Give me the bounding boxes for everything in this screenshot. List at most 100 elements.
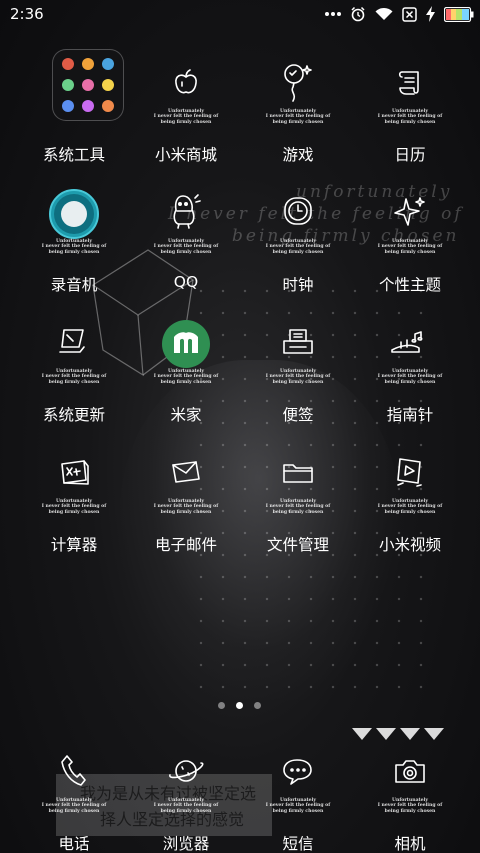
alarm-icon <box>351 6 365 22</box>
icon-caption-text: Unfortunately I never felt the feeling of… <box>264 109 332 125</box>
mini-app-icon <box>62 79 74 91</box>
mini-app-icon <box>82 58 94 70</box>
caption-line: being firmly chosen <box>160 509 212 515</box>
caption-line: being firmly chosen <box>384 119 436 125</box>
app-label: 小米视频 <box>378 536 441 554</box>
icon-caption-text: Unfortunately I never felt the feeling of… <box>40 499 108 515</box>
app-camera[interactable]: Unfortunately I never felt the feeling of… <box>350 746 470 853</box>
status-bar: 2:36 <box>0 0 480 30</box>
caption-line: being firmly chosen <box>48 249 100 255</box>
app-label: 浏览器 <box>162 835 210 853</box>
icon-caption-text: Unfortunately I never felt the feeling of… <box>152 239 220 255</box>
compass-icon <box>376 317 444 367</box>
app-label: 时钟 <box>282 276 314 294</box>
icon-caption-text: Unfortunately I never felt the feeling of… <box>152 499 220 515</box>
laptop-icon <box>40 317 108 367</box>
sparkle-icon <box>376 187 444 237</box>
phone-icon <box>40 746 108 796</box>
notepad-icon <box>264 317 332 367</box>
penguin-icon <box>152 187 220 237</box>
caption-line: being firmly chosen <box>48 509 100 515</box>
icon-caption-text: Unfortunately I never felt the feeling of… <box>40 798 108 814</box>
caption-line: being firmly chosen <box>384 379 436 385</box>
app-label: 日历 <box>394 146 426 164</box>
envelope-icon <box>152 447 220 497</box>
icon-caption-text: Unfortunately I never felt the feeling of… <box>264 798 332 814</box>
app-notepad[interactable]: Unfortunately I never felt the feeling of… <box>238 317 358 447</box>
app-label: 游戏 <box>282 146 314 164</box>
app-label: 系统工具 <box>42 146 105 164</box>
icon-caption-text: Unfortunately I never felt the feeling of… <box>264 239 332 255</box>
caption-line: being firmly chosen <box>384 509 436 515</box>
app-apple[interactable]: Unfortunately I never felt the feeling of… <box>126 57 246 187</box>
app-planet[interactable]: Unfortunately I never felt the feeling of… <box>126 746 246 853</box>
app-label: 电子邮件 <box>154 536 217 554</box>
caption-line: being firmly chosen <box>272 808 324 814</box>
app-laptop[interactable]: Unfortunately I never felt the feeling of… <box>14 317 134 447</box>
app-label: 指南针 <box>386 406 434 424</box>
caption-line: being firmly chosen <box>384 808 436 814</box>
app-compass[interactable]: Unfortunately I never felt the feeling of… <box>350 317 470 447</box>
apple-icon <box>152 57 220 107</box>
app-calculator[interactable]: Unfortunately I never felt the feeling of… <box>14 447 134 577</box>
icon-caption-text: Unfortunately I never felt the feeling of… <box>152 109 220 125</box>
icon-caption-text: Unfortunately I never felt the feeling of… <box>152 369 220 385</box>
app-folder-file[interactable]: Unfortunately I never felt the feeling of… <box>238 447 358 577</box>
mijia-icon <box>152 317 220 371</box>
page-dot[interactable] <box>218 702 225 709</box>
icon-caption-text: Unfortunately I never felt the feeling of… <box>376 798 444 814</box>
page-indicator[interactable] <box>218 702 261 709</box>
calculator-icon <box>40 447 108 497</box>
app-label: 文件管理 <box>266 536 329 554</box>
app-video[interactable]: Unfortunately I never felt the feeling of… <box>350 447 470 577</box>
app-phone[interactable]: Unfortunately I never felt the feeling of… <box>14 746 134 853</box>
app-label: 录音机 <box>50 276 98 294</box>
app-calendar-scroll[interactable]: Unfortunately I never felt the feeling of… <box>350 57 470 187</box>
app-label: 小米商城 <box>154 146 217 164</box>
mini-app-icon <box>102 79 114 91</box>
folder-icon[interactable] <box>52 49 124 121</box>
camera-icon <box>376 746 444 796</box>
app-chat-bubble[interactable]: Unfortunately I never felt the feeling of… <box>238 746 358 853</box>
status-icons <box>325 6 474 22</box>
app-mijia[interactable]: Unfortunately I never felt the feeling of… <box>126 317 246 447</box>
caption-line: being firmly chosen <box>160 808 212 814</box>
app-label: 电话 <box>58 835 90 853</box>
mini-app-icon <box>62 58 74 70</box>
caption-line: being firmly chosen <box>384 249 436 255</box>
app-label: 个性主题 <box>378 276 441 294</box>
video-icon <box>376 447 444 497</box>
icon-caption-text: Unfortunately I never felt the feeling of… <box>376 499 444 515</box>
app-envelope[interactable]: Unfortunately I never felt the feeling of… <box>126 447 246 577</box>
caption-line: being firmly chosen <box>160 379 212 385</box>
clock-icon <box>264 187 332 237</box>
app-clock[interactable]: Unfortunately I never felt the feeling of… <box>238 187 358 317</box>
mini-app-icon <box>102 58 114 70</box>
more-dots-icon <box>325 12 341 16</box>
caption-line: being firmly chosen <box>272 119 324 125</box>
wallpaper-triangles <box>352 728 444 740</box>
mini-app-icon <box>82 100 94 112</box>
app-label: 便签 <box>282 406 314 424</box>
caption-line: being firmly chosen <box>48 808 100 814</box>
folder-file-icon <box>264 447 332 497</box>
icon-caption-text: Unfortunately I never felt the feeling of… <box>40 369 108 385</box>
status-time: 2:36 <box>10 5 44 23</box>
app-label: 计算器 <box>50 536 98 554</box>
icon-caption-text: Unfortunately I never felt the feeling of… <box>40 239 108 255</box>
charging-icon <box>426 6 435 22</box>
caption-line: being firmly chosen <box>160 119 212 125</box>
battery-icon <box>444 6 474 22</box>
app-folder[interactable]: 系统工具 <box>14 49 134 187</box>
app-label: QQ <box>173 273 199 291</box>
mini-app-icon <box>62 100 74 112</box>
balloon-icon <box>264 57 332 107</box>
no-sim-icon <box>402 6 417 22</box>
app-balloon[interactable]: Unfortunately I never felt the feeling of… <box>238 57 358 187</box>
app-sparkle[interactable]: Unfortunately I never felt the feeling of… <box>350 187 470 317</box>
app-penguin[interactable]: Unfortunately I never felt the feeling of… <box>126 187 246 317</box>
app-recorder[interactable]: Unfortunately I never felt the feeling of… <box>14 187 134 317</box>
icon-caption-text: Unfortunately I never felt the feeling of… <box>152 798 220 814</box>
page-dot-active[interactable] <box>236 702 243 709</box>
page-dot[interactable] <box>254 702 261 709</box>
